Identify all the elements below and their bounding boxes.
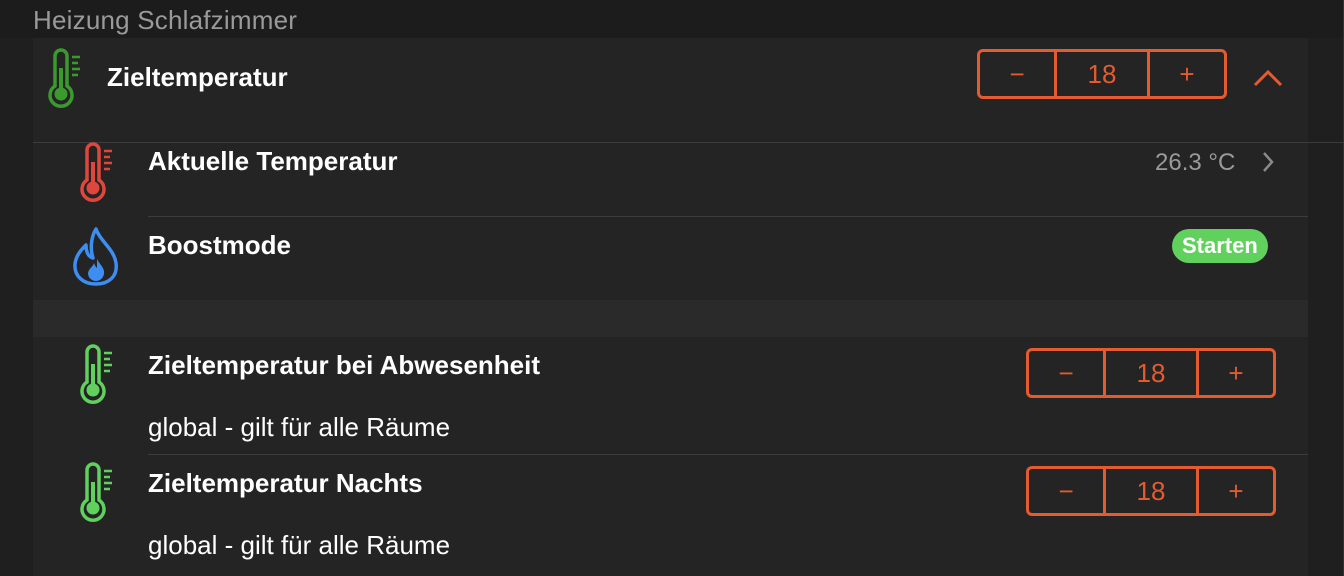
stepper-value: 18	[1054, 52, 1150, 96]
nachts-label: Zieltemperatur Nachts	[148, 468, 423, 498]
start-button[interactable]: Starten	[1172, 229, 1268, 263]
zieltemperatur-stepper[interactable]: − 18 +	[977, 49, 1227, 99]
chevron-up-icon[interactable]	[1253, 68, 1283, 88]
increment-button[interactable]: +	[1199, 469, 1273, 513]
stepper-value: 18	[1103, 351, 1199, 395]
thermometer-icon	[80, 344, 112, 404]
aktuelle-temperatur-label: Aktuelle Temperatur	[148, 146, 398, 176]
abwesenheit-label: Zieltemperatur bei Abwesenheit	[148, 350, 541, 380]
abwesenheit-sublabel: global - gilt für alle Räume	[148, 412, 451, 442]
decrement-button[interactable]: −	[1029, 469, 1103, 513]
increment-button[interactable]: +	[1150, 52, 1224, 96]
zieltemperatur-label: Zieltemperatur	[107, 62, 288, 92]
thermometer-icon	[80, 142, 112, 202]
aktuelle-temperatur-value: 26.3 °C	[1155, 149, 1236, 176]
flame-icon	[73, 227, 118, 286]
chevron-right-icon	[1263, 152, 1274, 172]
nachts-sublabel: global - gilt für alle Räume	[148, 530, 451, 560]
thermometer-icon	[48, 48, 80, 108]
stepper-value: 18	[1103, 469, 1199, 513]
divider	[148, 216, 1308, 217]
boostmode-label: Boostmode	[148, 230, 291, 260]
decrement-button[interactable]: −	[980, 52, 1054, 96]
decrement-button[interactable]: −	[1029, 351, 1103, 395]
divider	[148, 454, 1308, 455]
group-separator	[33, 300, 1308, 337]
increment-button[interactable]: +	[1199, 351, 1273, 395]
divider	[33, 142, 1344, 143]
nachts-stepper[interactable]: − 18 +	[1026, 466, 1276, 516]
section-header: Heizung Schlafzimmer	[0, 0, 1344, 38]
thermometer-icon	[80, 462, 112, 522]
abwesenheit-stepper[interactable]: − 18 +	[1026, 348, 1276, 398]
section-title: Heizung Schlafzimmer	[33, 5, 298, 35]
